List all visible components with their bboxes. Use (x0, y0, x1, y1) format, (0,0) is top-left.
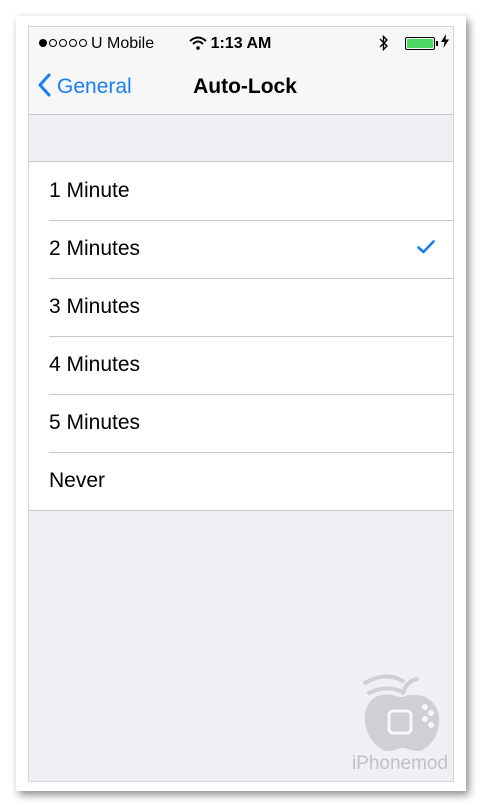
option-label: 1 Minute (49, 179, 130, 202)
option-2-minutes[interactable]: 2 Minutes (29, 220, 453, 278)
bluetooth-icon (379, 34, 389, 56)
option-5-minutes[interactable]: 5 Minutes (29, 394, 453, 452)
battery-level (407, 39, 433, 48)
battery-tip (436, 41, 438, 46)
option-3-minutes[interactable]: 3 Minutes (29, 278, 453, 336)
option-label: Never (49, 469, 106, 492)
auto-lock-options-list: 1 Minute 2 Minutes 3 Minutes 4 Minutes 5… (29, 161, 453, 511)
watermark-text: iPhonemod (351, 753, 449, 774)
option-label: 4 Minutes (49, 353, 141, 376)
navigation-bar: General Auto-Lock (29, 61, 453, 115)
page-title: Auto-Lock (193, 75, 297, 98)
status-bar: U Mobile 1:13 AM (29, 27, 453, 61)
charging-bolt-icon (441, 34, 449, 51)
watermark-logo: iPhonemod (345, 663, 453, 781)
option-4-minutes[interactable]: 4 Minutes (29, 336, 453, 394)
status-time: 1:13 AM (210, 35, 272, 52)
option-never[interactable]: Never (29, 452, 453, 510)
phone-screen: U Mobile 1:13 AM General Auto-Lock 1 Min… (28, 26, 454, 782)
option-label: 3 Minutes (49, 295, 141, 318)
battery-icon (405, 37, 435, 50)
apple-logo-icon (363, 674, 440, 752)
checkmark-icon (417, 240, 435, 259)
option-label: 2 Minutes (49, 237, 141, 260)
option-label: 5 Minutes (49, 411, 141, 434)
option-1-minute[interactable]: 1 Minute (29, 162, 453, 220)
